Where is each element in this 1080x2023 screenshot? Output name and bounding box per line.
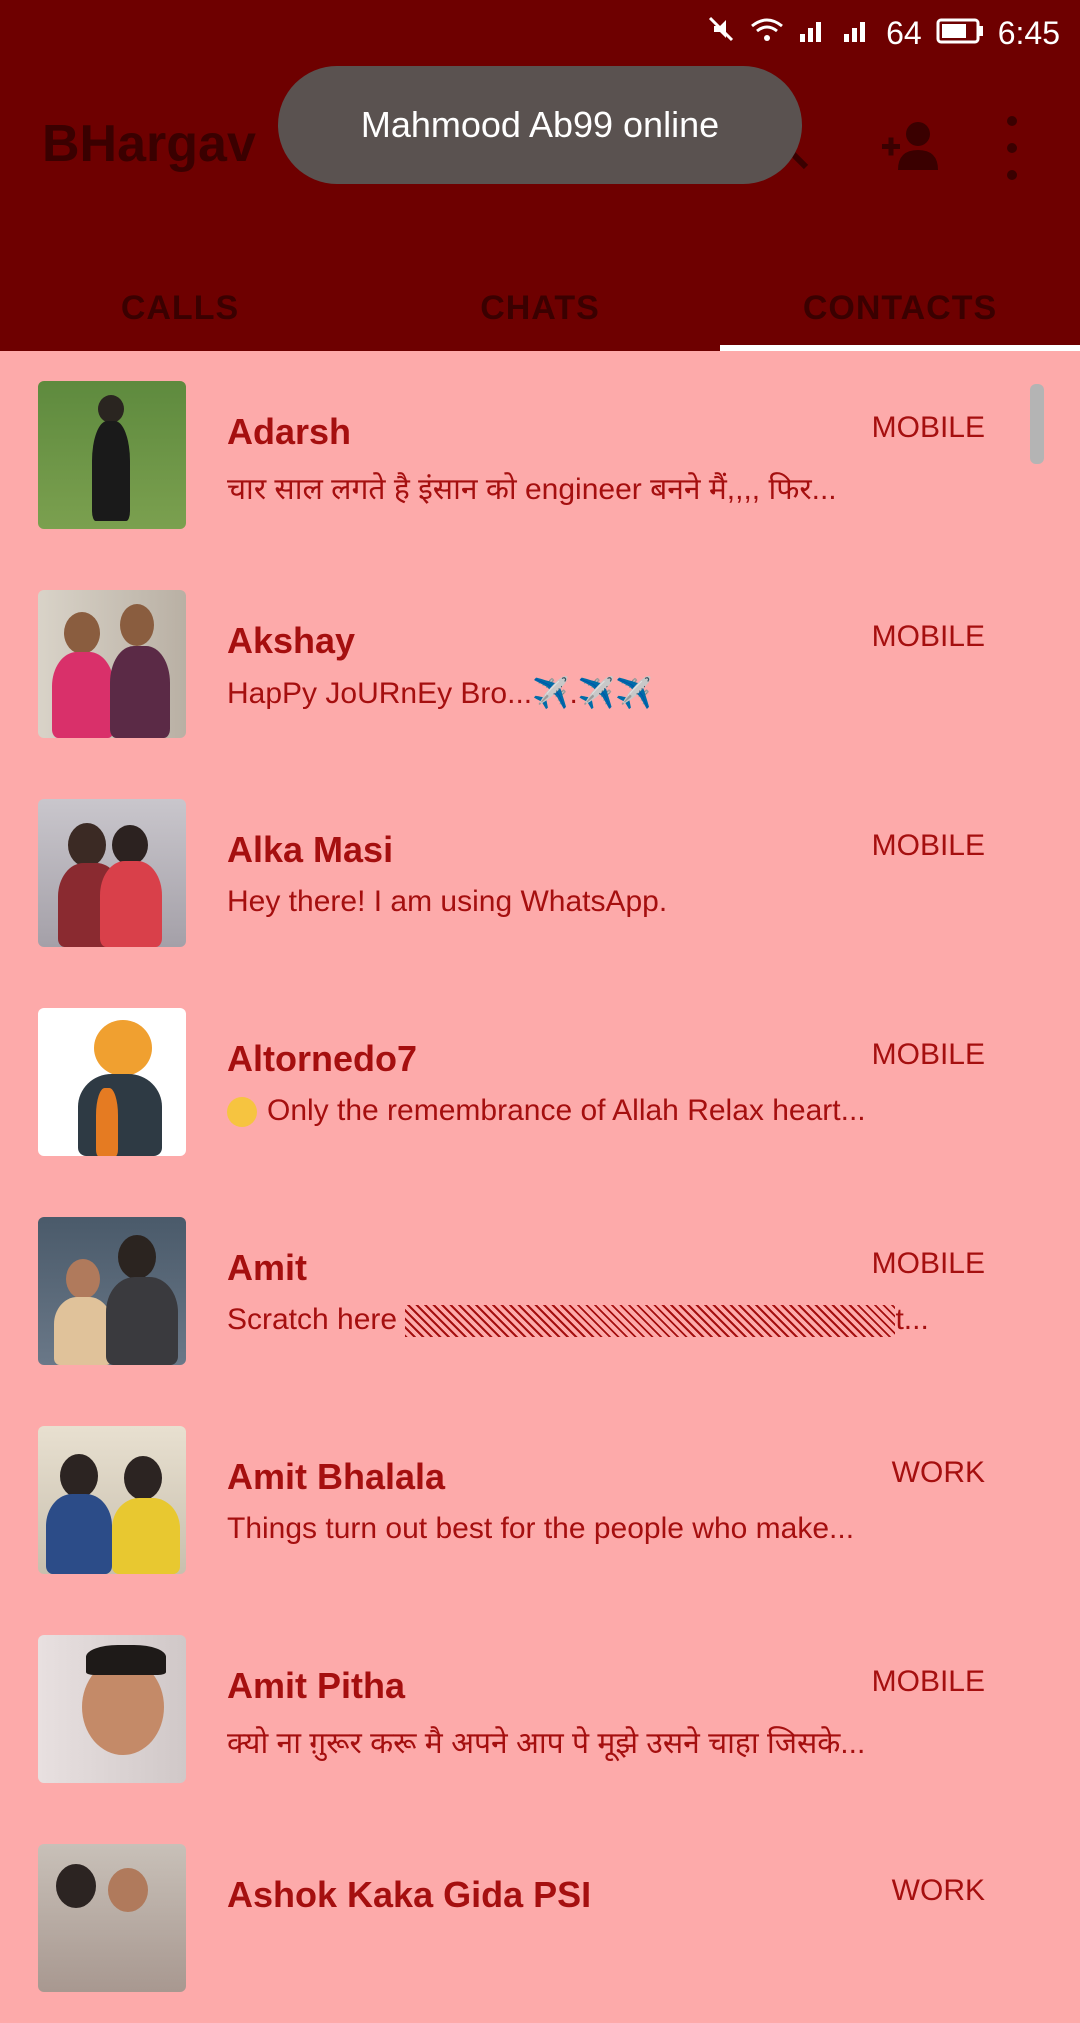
avatar <box>38 381 186 529</box>
tab-bar: CALLS CHATS CONTACTS <box>0 266 1080 351</box>
contact-row[interactable]: Ashok Kaka Gida PSI WORK <box>0 1814 1080 2023</box>
status-suffix: t... <box>895 1303 929 1336</box>
contact-number-type: WORK <box>891 1456 985 1489</box>
contact-row[interactable]: Amit MOBILE Scratch here t... <box>0 1187 1080 1396</box>
avatar <box>38 1635 186 1783</box>
signal-icon-1 <box>798 15 828 52</box>
scratch-pattern[interactable] <box>405 1305 896 1338</box>
contact-row[interactable]: Adarsh MOBILE चार साल लगते है इंसान को e… <box>0 351 1080 560</box>
contact-list: Adarsh MOBILE चार साल लगते है इंसान को e… <box>0 351 1080 2023</box>
contact-name: Amit <box>227 1247 307 1288</box>
list-scrollbar[interactable] <box>1030 384 1044 464</box>
contact-name: Alka Masi <box>227 829 394 870</box>
battery-level: 64 <box>886 14 922 51</box>
status-prefix: Scratch here <box>227 1303 398 1336</box>
contact-row[interactable]: Amit Bhalala WORK Things turn out best f… <box>0 1396 1080 1605</box>
contact-number-type: MOBILE <box>871 1247 985 1280</box>
avatar <box>38 1217 186 1365</box>
clock: 6:45 <box>997 14 1060 51</box>
avatar <box>38 1844 186 1992</box>
avatar <box>38 799 186 947</box>
status-bar: 64 6:45 <box>0 0 1080 66</box>
avatar <box>38 590 186 738</box>
toast-message: Mahmood Ab99 online <box>278 66 802 184</box>
contact-name: Ashok Kaka Gida PSI <box>227 1874 592 1915</box>
tab-contacts[interactable]: CONTACTS <box>720 266 1080 351</box>
app-title: BHargav <box>42 115 256 173</box>
contact-status-container: Only the remembrance of Allah Relax hear… <box>227 1094 987 1128</box>
contact-name: Akshay <box>227 620 356 661</box>
contact-row[interactable]: Alka Masi MOBILE Hey there! I am using W… <box>0 769 1080 978</box>
contact-name: Altornedo7 <box>227 1038 418 1079</box>
contact-status: HapPy JoURnEy Bro...✈️.✈️✈️ <box>227 677 653 710</box>
add-contact-icon[interactable] <box>880 116 944 176</box>
contact-status: Hey there! I am using WhatsApp. <box>227 885 668 918</box>
contact-status: Things turn out best for the people who … <box>227 1512 855 1545</box>
avatar <box>38 1008 186 1156</box>
more-options-icon[interactable] <box>1000 116 1024 180</box>
mute-icon <box>706 14 736 52</box>
contact-row[interactable]: Akshay MOBILE HapPy JoURnEy Bro...✈️.✈️✈… <box>0 560 1080 769</box>
contact-name: Amit Bhalala <box>227 1456 446 1497</box>
contact-status: क्यो ना ग़ुरूर करू मै अपने आप पे मूझे उस… <box>227 1727 866 1760</box>
contact-status: चार साल लगते है इंसान को engineer बनने म… <box>227 473 837 506</box>
contact-name: Amit Pitha <box>227 1665 406 1706</box>
battery-icon <box>936 15 984 52</box>
tab-chats[interactable]: CHATS <box>360 266 720 351</box>
contact-number-type: MOBILE <box>871 829 985 862</box>
contact-row[interactable]: Altornedo7 MOBILE Only the remembrance o… <box>0 978 1080 1187</box>
contact-number-type: MOBILE <box>871 620 985 653</box>
contact-status: Only the remembrance of Allah Relax hear… <box>267 1094 866 1127</box>
wifi-icon <box>750 15 784 52</box>
contact-number-type: WORK <box>891 1874 985 1907</box>
contact-number-type: MOBILE <box>871 1038 985 1071</box>
avatar <box>38 1426 186 1574</box>
smiley-emoji-icon <box>227 1097 257 1128</box>
contact-row[interactable]: Amit Pitha MOBILE क्यो ना ग़ुरूर करू मै … <box>0 1605 1080 1814</box>
contact-number-type: MOBILE <box>871 1665 985 1698</box>
tab-calls[interactable]: CALLS <box>0 266 360 351</box>
contact-status: Scratch here t... <box>227 1303 987 1338</box>
contact-number-type: MOBILE <box>871 411 985 444</box>
signal-icon-2 <box>842 15 872 52</box>
contact-name: Adarsh <box>227 411 352 452</box>
